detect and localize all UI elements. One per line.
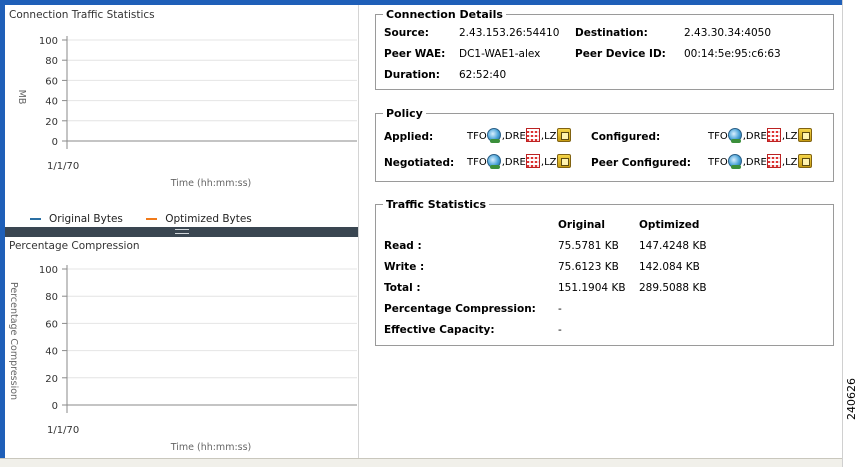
stat-row-original: 151.1904 KB bbox=[558, 282, 626, 294]
traffic-y-tick-label: 80 bbox=[45, 56, 58, 67]
tfo-icon bbox=[486, 128, 501, 143]
traffic-y-tick-label: 40 bbox=[45, 97, 58, 108]
col-optimized-header: Optimized bbox=[639, 219, 700, 231]
legend-item-optimized: Optimized Bytes bbox=[146, 213, 252, 225]
dre-icon bbox=[525, 154, 540, 168]
policy-title: Policy bbox=[386, 107, 423, 120]
stat-row-optimized: 142.084 KB bbox=[639, 261, 700, 273]
policy-tfo: TFO bbox=[708, 157, 728, 168]
negotiated-policy: TFO ,DRE ,LZ bbox=[467, 154, 572, 169]
source-value: 2.43.153.26:54410 bbox=[459, 27, 560, 39]
legend-swatch-optimized bbox=[146, 218, 158, 220]
policy-dre: ,DRE bbox=[742, 131, 767, 142]
dre-icon bbox=[766, 128, 781, 142]
compression-y-axis-label: Percentage Compression bbox=[8, 282, 19, 400]
lz-icon bbox=[797, 154, 812, 168]
legend-swatch-original bbox=[30, 218, 41, 220]
dre-icon bbox=[525, 128, 540, 142]
policy-tfo: TFO bbox=[708, 131, 728, 142]
compression-y-tick-label: 0 bbox=[52, 401, 58, 412]
policy-dre: ,DRE bbox=[501, 131, 526, 142]
negotiated-label: Negotiated: bbox=[384, 157, 455, 169]
traffic-y-axis-label: MB bbox=[16, 90, 27, 105]
traffic-x-tick-label: 1/1/70 bbox=[47, 161, 79, 172]
lz-icon bbox=[556, 128, 571, 142]
peer-device-id-label: Peer Device ID: bbox=[575, 48, 666, 60]
legend-label-optimized: Optimized Bytes bbox=[165, 213, 252, 225]
tfo-icon bbox=[727, 128, 742, 143]
compression-y-tick-label: 80 bbox=[45, 292, 58, 303]
stat-row-label: Total : bbox=[384, 282, 421, 294]
compression-x-axis-label: Time (hh:mm:ss) bbox=[170, 442, 252, 453]
traffic-chart: MB Time (hh:mm:ss) 1/1/70 100 80 60 40 20 0 bbox=[16, 36, 357, 189]
splitter-grip-icon[interactable] bbox=[175, 229, 189, 234]
configured-label: Configured: bbox=[591, 131, 661, 143]
policy-lz: ,LZ bbox=[540, 131, 557, 142]
configured-policy: TFO ,DRE ,LZ bbox=[708, 128, 813, 143]
connection-details-title: Connection Details bbox=[386, 8, 503, 21]
compression-y-tick-label: 100 bbox=[39, 265, 58, 276]
legend-label-original: Original Bytes bbox=[49, 213, 123, 225]
stat-row-original: - bbox=[558, 324, 562, 336]
window-controls bbox=[775, 0, 835, 15]
stat-row-label: Read : bbox=[384, 240, 422, 252]
policy-tfo: TFO bbox=[467, 157, 487, 168]
policy-lz: ,LZ bbox=[540, 157, 557, 168]
compression-chart: Percentage Compression Time (hh:mm:ss) 1… bbox=[8, 265, 357, 453]
dre-icon bbox=[766, 154, 781, 168]
applied-label: Applied: bbox=[384, 131, 434, 143]
policy-group: Policy bbox=[375, 107, 834, 182]
policy-lz: ,LZ bbox=[781, 157, 798, 168]
peer-configured-policy: TFO ,DRE ,LZ bbox=[708, 154, 813, 169]
compression-y-tick-label: 60 bbox=[45, 319, 58, 330]
policy-lz: ,LZ bbox=[781, 131, 798, 142]
legend-item-original: Original Bytes bbox=[30, 213, 123, 225]
lz-icon bbox=[797, 128, 812, 142]
traffic-legend: Original Bytes Optimized Bytes bbox=[30, 211, 272, 225]
tfo-icon bbox=[727, 154, 742, 169]
duration-label: Duration: bbox=[384, 69, 440, 81]
peer-wae-label: Peer WAE: bbox=[384, 48, 446, 60]
traffic-y-tick-label: 20 bbox=[45, 117, 58, 128]
source-label: Source: bbox=[384, 27, 429, 39]
stat-row-label: Write : bbox=[384, 261, 425, 273]
compression-y-tick-label: 20 bbox=[45, 374, 58, 385]
status-bar bbox=[0, 458, 842, 467]
stat-row-original: 75.5781 KB bbox=[558, 240, 619, 252]
stat-row-label: Percentage Compression: bbox=[384, 303, 536, 315]
traffic-statistics-title: Traffic Statistics bbox=[386, 198, 487, 211]
compression-x-tick-label: 1/1/70 bbox=[47, 425, 79, 436]
stat-row-optimized: 289.5088 KB bbox=[639, 282, 707, 294]
applied-policy: TFO ,DRE ,LZ bbox=[467, 128, 572, 143]
tfo-icon bbox=[486, 154, 501, 169]
stat-row-original: - bbox=[558, 303, 562, 315]
stat-row-optimized: 147.4248 KB bbox=[639, 240, 707, 252]
figure-id: 240626 bbox=[845, 378, 858, 420]
traffic-y-tick-label: 100 bbox=[39, 36, 58, 47]
details-panel: Connection Details Source: 2.43.153.26:5… bbox=[358, 5, 842, 458]
policy-dre: ,DRE bbox=[742, 157, 767, 168]
compression-y-tick-label: 40 bbox=[45, 347, 58, 358]
destination-value: 2.43.30.34:4050 bbox=[684, 27, 772, 39]
peer-wae-value: DC1-WAE1-alex bbox=[459, 48, 541, 60]
chart-splitter[interactable] bbox=[5, 227, 358, 237]
traffic-y-tick-label: 60 bbox=[45, 76, 58, 87]
stat-row-label: Effective Capacity: bbox=[384, 324, 495, 336]
peer-device-id-value: 00:14:5e:95:c6:63 bbox=[684, 48, 781, 60]
lz-icon bbox=[556, 154, 571, 168]
stat-row-original: 75.6123 KB bbox=[558, 261, 619, 273]
policy-tfo: TFO bbox=[467, 131, 487, 142]
peer-configured-label: Peer Configured: bbox=[591, 157, 691, 169]
duration-value: 62:52:40 bbox=[459, 69, 507, 81]
traffic-x-axis-label: Time (hh:mm:ss) bbox=[170, 178, 252, 189]
col-original-header: Original bbox=[558, 219, 605, 231]
destination-label: Destination: bbox=[575, 27, 648, 39]
traffic-y-tick-label: 0 bbox=[52, 137, 58, 148]
policy-dre: ,DRE bbox=[501, 157, 526, 168]
